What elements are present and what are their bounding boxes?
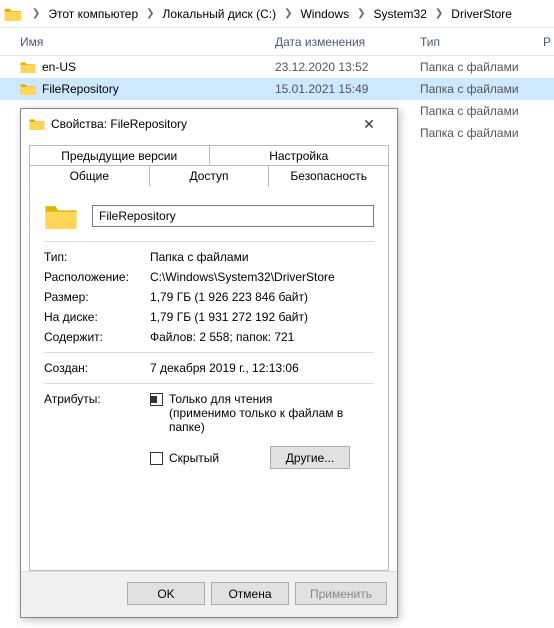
folder-name-input[interactable] <box>92 205 374 227</box>
checkbox-readonly[interactable]: Только для чтения (применимо только к фа… <box>150 392 374 434</box>
folder-icon <box>29 117 45 131</box>
breadcrumb-item[interactable]: Этот компьютер <box>46 7 140 21</box>
column-header-date[interactable]: Дата изменения <box>275 35 420 49</box>
breadcrumb-item[interactable]: Windows <box>298 7 351 21</box>
ok-button[interactable]: OK <box>127 582 205 605</box>
checkbox-hidden-label: Скрытый <box>169 451 219 465</box>
value-size-on-disk: 1,79 ГБ (1 931 272 192 байт) <box>150 310 374 324</box>
label-size: Размер: <box>44 290 150 304</box>
value-size: 1,79 ГБ (1 926 223 846 байт) <box>150 290 374 304</box>
value-location: C:\Windows\System32\DriverStore <box>150 270 374 284</box>
value-type: Папка с файлами <box>150 250 374 264</box>
label-location: Расположение: <box>44 270 150 284</box>
close-button[interactable]: ✕ <box>349 110 389 138</box>
label-created: Создан: <box>44 361 150 375</box>
breadcrumb-item[interactable]: System32 <box>372 7 429 21</box>
tab-sharing[interactable]: Доступ <box>150 165 270 187</box>
breadcrumb-item[interactable]: DriverStore <box>449 7 514 21</box>
column-header-name[interactable]: Имя <box>0 35 275 49</box>
other-attributes-button[interactable]: Другие... <box>270 446 350 469</box>
label-contains: Содержит: <box>44 330 150 344</box>
value-contains: Файлов: 2 558; папок: 721 <box>150 330 374 344</box>
dialog-title: Свойства: FileRepository <box>45 117 349 131</box>
cancel-button[interactable]: Отмена <box>211 582 289 605</box>
column-headers: Имя Дата изменения Тип Р <box>0 28 554 56</box>
chevron-right-icon: ❯ <box>351 8 371 19</box>
value-created: 7 декабря 2019 г., 12:13:06 <box>150 361 374 375</box>
apply-button[interactable]: Применить <box>295 582 387 605</box>
chevron-right-icon: ❯ <box>26 8 46 19</box>
breadcrumb-item[interactable]: Локальный диск (C:) <box>161 7 279 21</box>
dialog-button-row: OK Отмена Применить <box>21 571 397 617</box>
list-item[interactable]: FileRepository 15.01.2021 15:49 Папка с … <box>0 78 554 100</box>
item-type: Папка с файлами <box>420 60 554 74</box>
item-date: 23.12.2020 13:52 <box>275 60 420 74</box>
item-type: Папка с файлами <box>420 104 554 118</box>
dialog-titlebar[interactable]: Свойства: FileRepository ✕ <box>21 109 397 139</box>
close-icon: ✕ <box>363 116 375 133</box>
checkbox-readonly-label: Только для чтения (применимо только к фа… <box>169 392 374 434</box>
folder-icon <box>20 82 36 96</box>
label-attributes: Атрибуты: <box>44 392 150 406</box>
checkbox-icon <box>150 452 163 465</box>
chevron-right-icon: ❯ <box>278 8 298 19</box>
label-size-on-disk: На диске: <box>44 310 150 324</box>
checkbox-icon <box>150 393 163 406</box>
list-item[interactable]: en-US 23.12.2020 13:52 Папка с файлами <box>0 56 554 78</box>
folder-icon <box>4 6 22 22</box>
item-date: 15.01.2021 15:49 <box>275 82 420 96</box>
tab-customize[interactable]: Настройка <box>210 145 390 166</box>
tab-general-body: Тип: Папка с файлами Расположение: C:\Wi… <box>29 186 389 571</box>
item-name: en-US <box>42 60 76 74</box>
label-type: Тип: <box>44 250 150 264</box>
tab-strip: Предыдущие версии Настройка Общие Доступ… <box>21 139 397 571</box>
item-type: Папка с файлами <box>420 126 554 140</box>
item-name: FileRepository <box>42 82 119 96</box>
folder-icon <box>20 60 36 74</box>
item-type: Папка с файлами <box>420 82 554 96</box>
properties-dialog: Свойства: FileRepository ✕ Предыдущие ве… <box>20 108 398 618</box>
tab-security[interactable]: Безопасность <box>269 165 389 187</box>
folder-icon <box>44 201 78 231</box>
chevron-right-icon: ❯ <box>429 8 449 19</box>
checkbox-hidden[interactable]: Скрытый <box>150 451 270 465</box>
tab-general[interactable]: Общие <box>29 165 150 187</box>
tab-previous-versions[interactable]: Предыдущие версии <box>29 145 210 166</box>
chevron-right-icon: ❯ <box>140 8 160 19</box>
column-header-type[interactable]: Тип <box>420 35 540 49</box>
column-header-extra[interactable]: Р <box>540 35 554 49</box>
breadcrumb[interactable]: ❯ Этот компьютер ❯ Локальный диск (C:) ❯… <box>0 0 554 28</box>
